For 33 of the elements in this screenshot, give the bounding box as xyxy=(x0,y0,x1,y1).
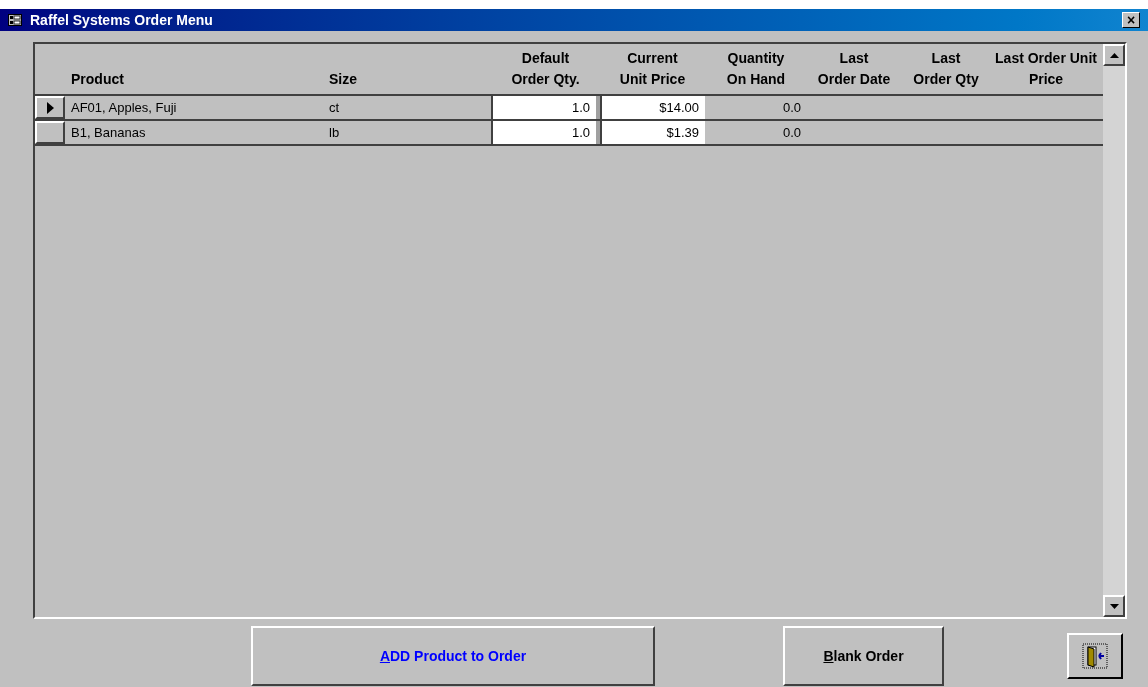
column-header: Quantity On Hand xyxy=(726,49,786,89)
table-cell-text: 0.0 xyxy=(782,98,801,117)
column-header: Product xyxy=(71,70,124,89)
exit-button[interactable] xyxy=(1067,633,1123,679)
price-field[interactable]: $1.39 xyxy=(600,121,705,144)
up-arrow-icon xyxy=(1109,52,1119,58)
current-row-icon xyxy=(46,101,54,114)
table-cell-text: 0.0 xyxy=(782,123,801,142)
add-product-button[interactable]: ADD Product to Order xyxy=(251,626,655,686)
column-header: Last Order Qty xyxy=(913,49,979,89)
scroll-down-button[interactable] xyxy=(1103,595,1125,617)
price-field[interactable]: $14.00 xyxy=(600,96,705,119)
blank-order-button[interactable]: Blank Order xyxy=(783,626,944,686)
scroll-up-button[interactable] xyxy=(1103,44,1125,66)
form-icon xyxy=(8,14,22,26)
row-selector[interactable] xyxy=(35,96,65,119)
table-cell-text: AF01, Apples, Fuji xyxy=(71,98,177,117)
row-selector[interactable] xyxy=(35,121,65,144)
down-arrow-icon xyxy=(1109,603,1119,609)
table-cell-text: lb xyxy=(329,123,340,142)
table-cell-text: B1, Bananas xyxy=(71,123,146,142)
table-cell-text: ct xyxy=(329,98,340,117)
exit-door-icon xyxy=(1082,643,1108,669)
column-header: Default Order Qty. xyxy=(511,49,580,89)
qty-field[interactable]: 1.0 xyxy=(491,96,600,119)
window-title: Raffel Systems Order Menu xyxy=(30,10,213,30)
scrollbar[interactable] xyxy=(1103,44,1125,617)
close-button[interactable]: × xyxy=(1122,12,1140,28)
column-header: Last Order Date xyxy=(817,49,891,89)
column-header: Size xyxy=(329,70,357,89)
qty-field[interactable]: 1.0 xyxy=(491,121,600,144)
column-header: Current Unit Price xyxy=(619,49,686,89)
column-header: Last Order Unit Price xyxy=(995,49,1097,89)
